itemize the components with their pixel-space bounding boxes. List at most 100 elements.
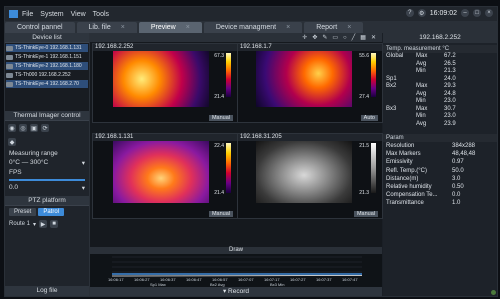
mode-button[interactable]: Manual xyxy=(353,211,378,217)
mode-button[interactable]: Manual xyxy=(208,115,233,121)
temp-cell-b: Max xyxy=(416,53,428,59)
device-item[interactable]: TS-Th000 192.168.2.252 xyxy=(6,71,88,79)
x-tick-label: 16:07:47 xyxy=(342,277,358,282)
target-icon[interactable]: ◎ xyxy=(19,124,27,132)
color-scale xyxy=(371,53,376,97)
video-cell[interactable]: 192.168.31.205 21.5 21.3 Manual xyxy=(237,133,383,219)
stop-icon[interactable]: ■ xyxy=(50,220,59,228)
param-row: Max Markers 48,48,48 xyxy=(383,150,497,158)
x-tick-label: 16:06:27 xyxy=(134,277,150,282)
snapshot-icon[interactable]: ▣ xyxy=(30,124,38,132)
device-name: TS-ThinkEye-0 xyxy=(15,45,49,51)
device-item[interactable]: TS-ThinkEye-2 192.168.1.180 xyxy=(6,62,88,70)
tab-device-managment[interactable]: Device managment × xyxy=(203,22,303,33)
temp-cell-b: Avg xyxy=(416,60,427,67)
record-icon[interactable]: ◉ xyxy=(8,124,16,132)
device-name: TS-ThinkEye-4 xyxy=(15,81,49,87)
pencil-icon[interactable]: ✎ xyxy=(322,34,327,41)
param-key: Resolution xyxy=(386,143,415,149)
chevron-down-icon: ▾ xyxy=(81,160,85,167)
device-item[interactable]: TS-ThinkEye-0 192.168.1.131 xyxy=(6,44,88,52)
mode-button[interactable]: Auto xyxy=(360,115,378,121)
device-name: TS-Th000 xyxy=(15,72,38,78)
menu-file[interactable]: File xyxy=(22,11,33,18)
video-cell[interactable]: 192.168.1.7 55.6 27.4 Auto xyxy=(237,43,383,123)
line-icon[interactable]: ╱ xyxy=(352,34,356,41)
menu-view[interactable]: View xyxy=(71,11,86,18)
close-icon[interactable]: × xyxy=(485,9,493,17)
patrol-button[interactable]: Patrol xyxy=(38,208,65,216)
chevron-down-icon: ▾ xyxy=(33,221,37,228)
circle-icon[interactable]: ○ xyxy=(343,35,347,41)
mode-button[interactable]: Manual xyxy=(208,211,233,217)
color-scale xyxy=(371,143,376,193)
temp-row: Sp1 24.0 xyxy=(383,76,497,84)
param-key: Emissivity xyxy=(386,159,413,166)
scale-min: 21.4 xyxy=(214,190,224,196)
shield-icon[interactable]: ◆ xyxy=(8,138,16,146)
scale-min: 21.4 xyxy=(214,94,224,100)
device-item[interactable]: TS-ThinkEye-4 192.168.2.70 xyxy=(6,80,88,88)
temp-cell-a xyxy=(383,121,416,129)
crosshair-icon[interactable]: ✛ xyxy=(302,34,307,41)
minimize-icon[interactable]: – xyxy=(461,9,469,17)
tab-lib-file[interactable]: Lib. file × xyxy=(76,22,137,33)
param-row: Compensation Te... 0.0 xyxy=(383,191,497,199)
fps-slider[interactable] xyxy=(9,179,85,181)
route-select[interactable]: Route 1 xyxy=(9,221,30,227)
move-icon[interactable]: ✥ xyxy=(312,34,317,41)
temp-cell-b: Avg xyxy=(416,120,427,127)
temp-cell-a xyxy=(383,68,416,76)
trend-chart: 16:06:17 16:06:27 16:06:37 16:06:47 16:06:57… xyxy=(90,254,382,287)
title-bar: File System View Tools ? ⚙ 16:09:02 – □ … xyxy=(5,7,497,21)
device-item[interactable]: TS-ThinkEye-1 192.168.1.151 xyxy=(6,53,88,61)
param-row: Distance(m) 3.0 xyxy=(383,175,497,183)
preview-toolbar: ✛ ✥ ✎ ▭ ○ ╱ ▦ ✕ xyxy=(90,33,382,42)
temp-row: Min 23.0 xyxy=(383,98,497,106)
param-row: Refl. Temp.(°C) 50.0 xyxy=(383,167,497,175)
close-tab-icon[interactable]: × xyxy=(347,24,351,31)
temp-row: Bx2 Max 29.3 xyxy=(383,83,497,91)
tab-control-pannel[interactable]: Control pannel xyxy=(5,22,75,33)
scale-min: 27.4 xyxy=(359,94,369,100)
camera-icon xyxy=(6,81,13,87)
maximize-icon[interactable]: □ xyxy=(473,9,481,17)
tab-report[interactable]: Report × xyxy=(304,22,364,33)
grid-icon[interactable]: ▦ xyxy=(360,34,366,41)
ptz-header: PTZ platform xyxy=(5,196,89,206)
play-icon[interactable]: ▶ xyxy=(39,220,48,228)
record-header[interactable]: ▾ Record xyxy=(90,287,382,296)
temp-cell-b xyxy=(416,76,444,84)
measuring-range-select[interactable]: 0°C — 300°C ▾ xyxy=(5,158,89,168)
thermal-image xyxy=(113,141,209,203)
param-header: Param xyxy=(383,134,497,142)
close-tab-icon[interactable]: × xyxy=(186,24,190,31)
menu-tools[interactable]: Tools xyxy=(93,11,109,18)
settings-icon[interactable]: ⚙ xyxy=(417,9,426,17)
tab-label: Control pannel xyxy=(17,24,63,31)
device-ip: 192.168.1.131 xyxy=(49,45,82,51)
log-file-header[interactable]: Log file xyxy=(5,286,89,296)
temp-cell-a: Bx2 xyxy=(386,83,397,89)
preset-button[interactable]: Preset xyxy=(9,208,37,216)
close-tab-icon[interactable]: × xyxy=(121,24,125,31)
draw-header[interactable]: Draw xyxy=(90,247,382,254)
camera-icon xyxy=(6,63,13,69)
thermal-image xyxy=(256,51,352,107)
video-cell[interactable]: 192.168.1.131 22.4 21.4 Manual xyxy=(92,133,238,219)
menu-system[interactable]: System xyxy=(40,11,63,18)
fps-field[interactable]: 0.0 ▾ xyxy=(5,183,89,193)
app-logo-icon xyxy=(9,10,18,18)
delete-icon[interactable]: ✕ xyxy=(371,34,376,41)
device-list-header: Device list xyxy=(5,33,89,43)
video-cell[interactable]: 192.168.2.252 67.3 21.4 Manual xyxy=(92,43,238,123)
temp-cell-b: Max xyxy=(416,105,428,112)
cell-ip: 192.168.1.7 xyxy=(238,44,382,51)
temp-cell-c: 67.2 xyxy=(444,53,456,59)
help-icon[interactable]: ? xyxy=(405,9,414,17)
rectangle-icon[interactable]: ▭ xyxy=(332,34,338,41)
refresh-icon[interactable]: ⟳ xyxy=(41,124,49,132)
param-row: Resolution 384x288 xyxy=(383,142,497,150)
tab-preview[interactable]: Preview × xyxy=(138,22,202,33)
close-tab-icon[interactable]: × xyxy=(286,24,290,31)
